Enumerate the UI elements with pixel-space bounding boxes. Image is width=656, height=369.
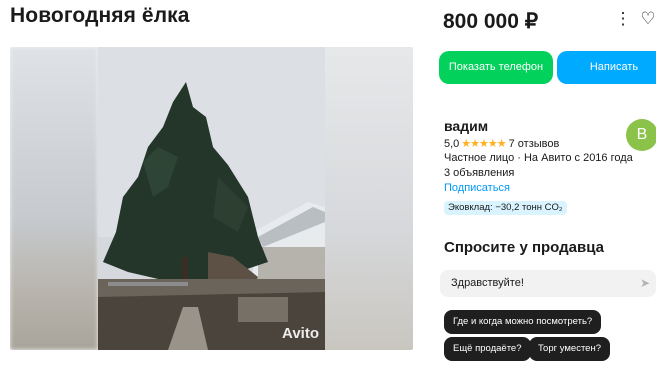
ask-seller-heading: Спросите у продавца xyxy=(444,239,604,256)
show-phone-button[interactable]: Показать телефон xyxy=(439,51,553,84)
seller-listings[interactable]: 3 объявления xyxy=(444,167,514,179)
message-text: Здравствуйте! xyxy=(451,277,524,289)
seller-name[interactable]: вадим xyxy=(444,118,488,134)
question-chip-bargain[interactable]: Торг уместен? xyxy=(529,337,610,361)
gallery-blur-right xyxy=(325,47,413,350)
message-input[interactable]: Здравствуйте! ➤ xyxy=(440,270,656,297)
send-icon[interactable]: ➤ xyxy=(640,276,650,290)
photo-gallery[interactable]: Avito xyxy=(10,47,413,350)
seller-avatar[interactable]: В xyxy=(626,119,656,151)
listing-price: 800 000 ₽ xyxy=(443,10,539,33)
avito-watermark: Avito xyxy=(282,325,319,342)
question-chip-still-selling[interactable]: Ещё продаёте? xyxy=(444,337,531,361)
write-button[interactable]: Написать xyxy=(557,51,656,84)
eco-badge[interactable]: Эковклад: −30,2 тонн CO₂ xyxy=(444,201,567,215)
gallery-blur-left xyxy=(10,47,98,350)
seller-rating[interactable]: 5,0 ★★★★★ 7 отзывов xyxy=(444,137,559,150)
listing-photo[interactable]: Avito xyxy=(98,47,325,350)
reviews-link[interactable]: 7 отзывов xyxy=(509,138,560,150)
seller-since: Частное лицо · На Авито с 2016 года xyxy=(444,152,633,164)
rating-value: 5,0 xyxy=(444,138,460,150)
share-icon[interactable]: ⋮ xyxy=(613,9,633,29)
heart-icon[interactable]: ♡ xyxy=(638,9,656,29)
subscribe-link[interactable]: Подписаться xyxy=(444,182,510,194)
question-chip-view[interactable]: Где и когда можно посмотреть? xyxy=(444,310,602,334)
star-icons: ★★★★★ xyxy=(461,138,506,150)
listing-title: Новогодняя ёлка xyxy=(10,4,190,27)
